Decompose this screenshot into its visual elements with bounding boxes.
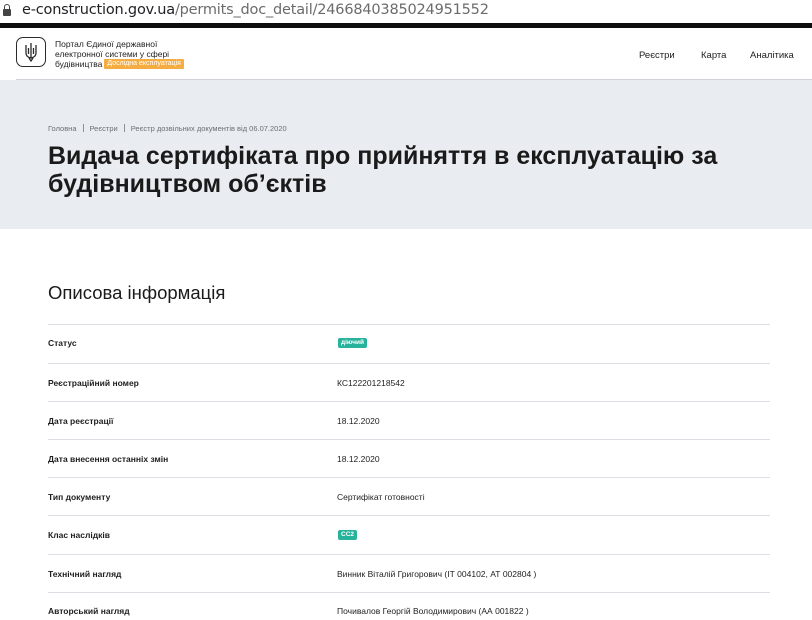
lock-icon [3, 4, 11, 16]
field-value-registration-number: КС122201218542 [337, 378, 405, 388]
field-label-document-type: Тип документу [48, 492, 111, 502]
field-label-technical-supervision: Технічний нагляд [48, 569, 122, 579]
consequence-class-badge: СС2 [338, 530, 358, 540]
nav-registries[interactable]: Реєстри [639, 50, 675, 61]
row-divider [48, 515, 770, 516]
page-title-line: будівництвом об’єктів [48, 170, 327, 198]
trident-coat-of-arms-icon [25, 43, 37, 62]
row-divider [48, 477, 770, 478]
row-divider [48, 554, 770, 555]
breadcrumb: Головна Реєстри Реєстр дозвільних документ… [48, 124, 287, 133]
row-divider [48, 363, 770, 364]
breadcrumb-separator [82, 124, 84, 132]
field-value-technical-supervision: Винник Віталій Григорович (ІТ 004102, АТ… [337, 569, 537, 579]
field-value-last-change-date: 18.12.2020 [337, 454, 380, 464]
field-label-last-change-date: Дата внесення останніх змін [48, 454, 169, 464]
url-path: /permits_doc_detail/2466840385024951552 [174, 2, 489, 18]
portal-name-line: Портал Єдиної державної [55, 39, 158, 49]
row-divider [48, 401, 770, 402]
url-host: e-construction.gov.ua [22, 2, 175, 18]
browser-address-bar[interactable]: e-construction.gov.ua/permits_doc_detail… [0, 0, 812, 23]
field-label-author-supervision: Авторський нагляд [48, 606, 130, 616]
row-divider [48, 592, 770, 593]
breadcrumb-registries[interactable]: Реєстри [90, 124, 118, 133]
field-value-author-supervision: Почивалов Георгій Володимирович (АА 0018… [337, 606, 529, 616]
breadcrumb-separator [123, 124, 125, 132]
page-title-line: Видача сертифіката про прийняття в експл… [48, 142, 718, 170]
field-value-document-type: Сертифікат готовності [337, 492, 425, 502]
field-label-registration-date: Дата реєстрації [48, 416, 114, 426]
field-label-registration-number: Реєстраційний номер [48, 378, 139, 388]
nav-map[interactable]: Карта [701, 50, 726, 61]
row-divider [48, 324, 770, 325]
portal-name[interactable]: Портал Єдиної державної електронної сист… [55, 39, 245, 69]
field-value-registration-date: 18.12.2020 [337, 416, 380, 426]
url-text[interactable]: e-construction.gov.ua/permits_doc_detail… [22, 1, 489, 19]
status-badge: діючий [338, 338, 368, 348]
page-title: Видача сертифіката про прийняття в експл… [48, 142, 717, 198]
test-mode-badge: Дослідна експлуатація [104, 59, 184, 69]
row-divider [48, 439, 770, 440]
breadcrumb-current[interactable]: Реєстр дозвільних документів від 06.07.2… [131, 124, 287, 133]
field-label-status: Статус [48, 338, 77, 348]
field-label-consequence-class: Клас наслідків [48, 530, 110, 540]
nav-analytics[interactable]: Аналітика [750, 50, 794, 61]
portal-name-line: електронної системи у сфері [55, 49, 170, 59]
portal-name-line: будівництва [55, 59, 103, 69]
portal-logo[interactable] [16, 37, 46, 67]
section-title: Описова інформація [48, 282, 226, 303]
breadcrumb-home[interactable]: Головна [48, 124, 77, 133]
